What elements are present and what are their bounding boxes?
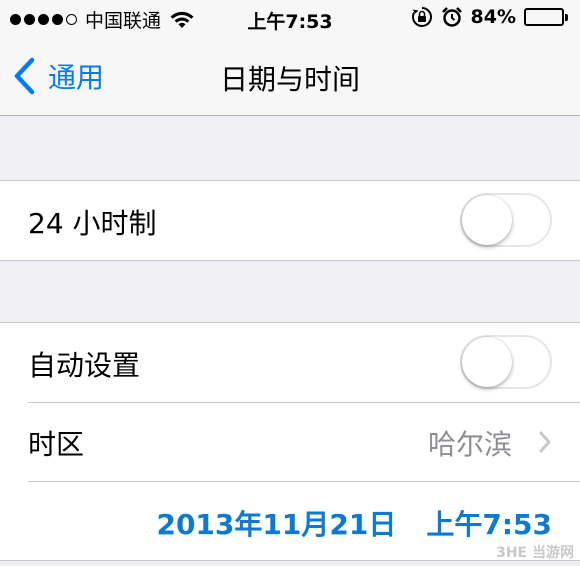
hour24-row: 24 小时制 <box>0 181 580 260</box>
auto-set-row: 自动设置 <box>0 323 580 402</box>
timezone-label: 时区 <box>28 428 85 461</box>
hour24-toggle[interactable] <box>460 193 552 247</box>
battery-percent: 84% <box>470 6 516 28</box>
auto-set-label: 自动设置 <box>28 349 141 382</box>
datetime-row[interactable]: 2013年11月21日 上午7:53 <box>0 481 580 560</box>
chevron-right-icon <box>539 431 551 453</box>
status-bar: 中国联通 上午7:53 84% <box>0 0 580 38</box>
auto-set-toggle[interactable] <box>460 335 552 389</box>
alarm-icon <box>441 6 463 28</box>
battery-icon <box>524 8 568 26</box>
current-time: 上午7:53 <box>426 508 552 541</box>
settings-group-time: 自动设置 时区 哈尔滨 2013年11月21日 上午7:53 <box>0 322 580 561</box>
timezone-value: 哈尔滨 <box>427 428 512 461</box>
timezone-row[interactable]: 时区 哈尔滨 <box>0 402 580 481</box>
rotation-lock-icon <box>411 6 433 28</box>
toggle-knob <box>462 337 512 387</box>
toggle-knob <box>462 195 512 245</box>
settings-group-format: 24 小时制 <box>0 180 580 261</box>
status-right: 84% <box>411 6 568 28</box>
watermark-logo: 3HE 当游网 <box>496 545 574 561</box>
datetime-display: 2013年11月21日 上午7:53 <box>156 503 552 543</box>
current-date: 2013年11月21日 <box>156 508 397 541</box>
page-title: 日期与时间 <box>219 63 360 96</box>
hour24-label: 24 小时制 <box>28 207 157 240</box>
navigation-bar: 通用 日期与时间 <box>0 38 580 116</box>
